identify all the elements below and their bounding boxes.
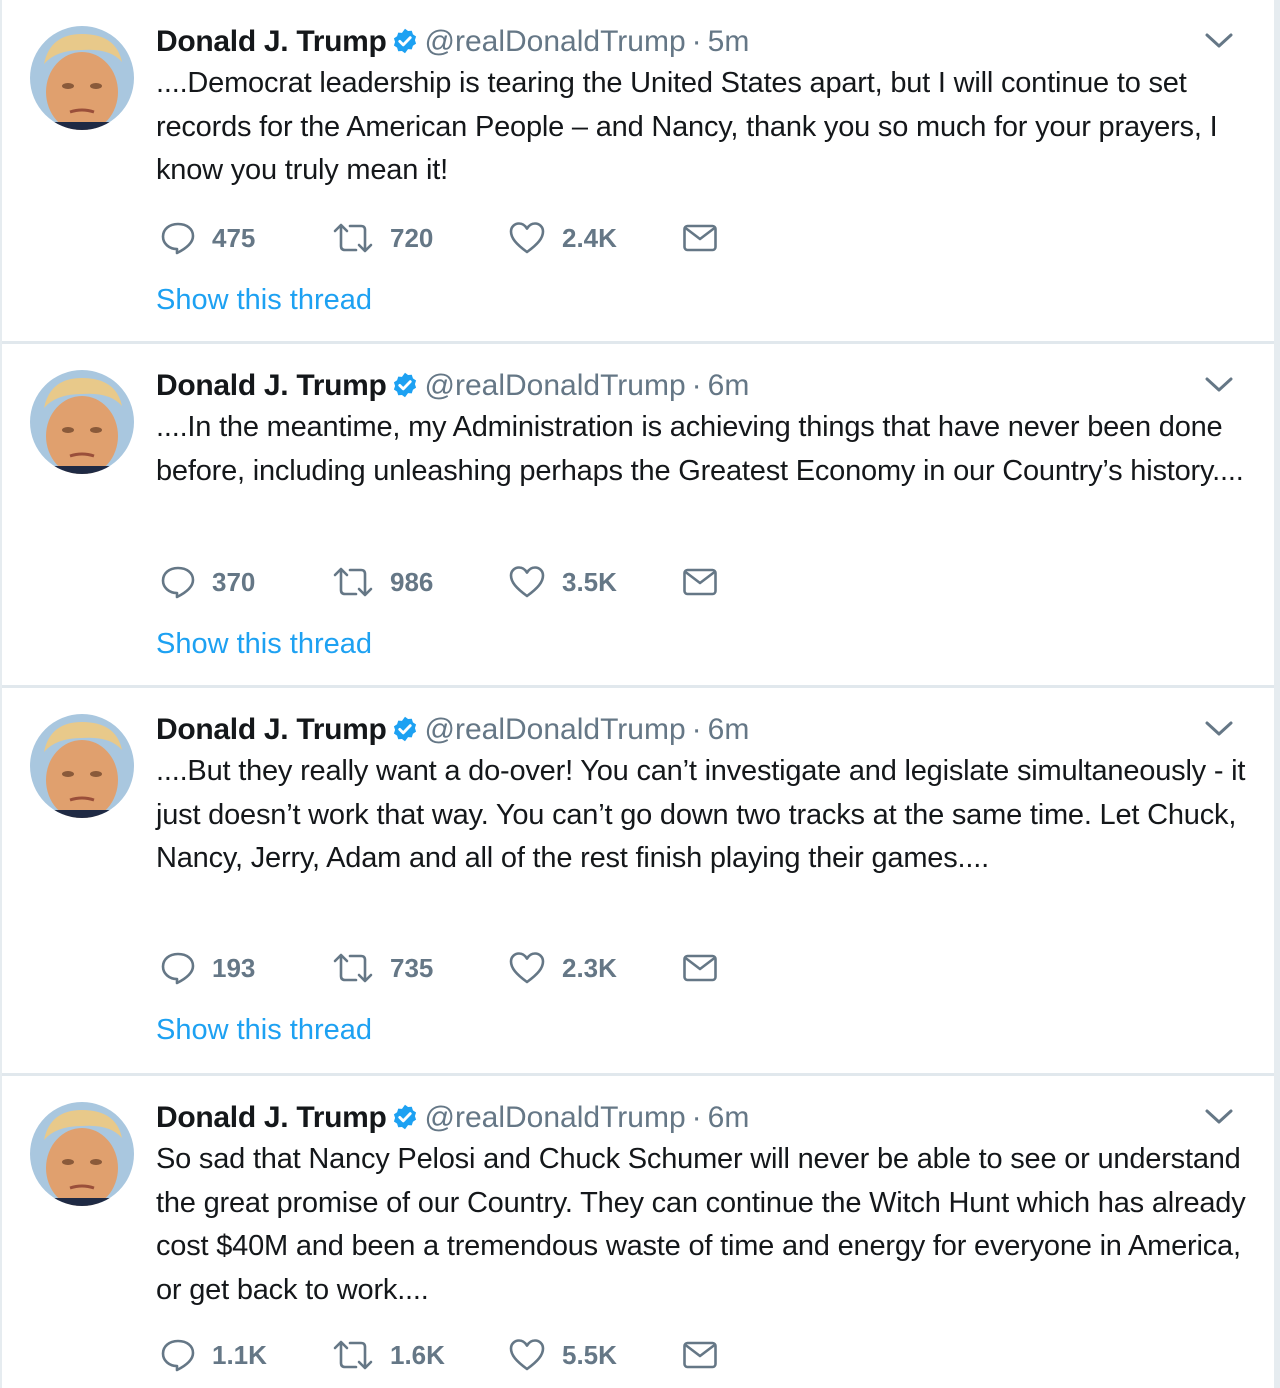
- tweet-header: Donald J. Trump @realDonaldTrump · 5m: [156, 22, 749, 62]
- show-thread-link[interactable]: Show this thread: [156, 1014, 372, 1047]
- separator-dot: ·: [691, 369, 702, 402]
- tweet-card[interactable]: Donald J. Trump @realDonaldTrump · 5m ....D…: [2, 0, 1274, 344]
- author-name[interactable]: Donald J. Trump: [156, 1101, 387, 1134]
- like-count: 5.5K: [562, 1339, 617, 1370]
- direct-message-button[interactable]: [682, 560, 718, 604]
- like-button[interactable]: 2.3K: [508, 946, 617, 990]
- author-handle[interactable]: @realDonaldTrump: [425, 1101, 686, 1134]
- separator-dot: ·: [691, 1101, 702, 1134]
- separator-dot: ·: [691, 713, 702, 746]
- timestamp[interactable]: 6m: [708, 1101, 750, 1134]
- retweet-icon: [332, 950, 374, 986]
- timestamp[interactable]: 6m: [708, 713, 750, 746]
- like-button[interactable]: 2.4K: [508, 216, 617, 260]
- like-count: 3.5K: [562, 566, 617, 597]
- reply-button[interactable]: 1.1K: [160, 1333, 267, 1377]
- retweet-icon: [332, 564, 374, 600]
- tweet-text: ....In the meantime, my Administration i…: [156, 411, 1244, 487]
- retweet-count: 735: [390, 952, 434, 983]
- retweet-count: 986: [390, 566, 434, 597]
- verified-badge-icon: [391, 26, 419, 66]
- tweet-header: Donald J. Trump @realDonaldTrump · 6m: [156, 710, 749, 750]
- verified-badge-icon: [391, 370, 419, 410]
- heart-icon: [508, 564, 546, 600]
- reply-count: 475: [212, 222, 256, 253]
- retweet-count: 720: [390, 222, 434, 253]
- envelope-icon: [682, 1339, 718, 1371]
- avatar[interactable]: [30, 370, 134, 474]
- avatar[interactable]: [30, 26, 134, 130]
- retweet-button[interactable]: 720: [332, 216, 433, 260]
- envelope-icon: [682, 952, 718, 984]
- author-name[interactable]: Donald J. Trump: [156, 369, 387, 402]
- retweet-icon: [332, 1337, 374, 1373]
- verified-badge-icon: [391, 1102, 419, 1142]
- retweet-button[interactable]: 735: [332, 946, 433, 990]
- author-name[interactable]: Donald J. Trump: [156, 25, 387, 58]
- tweet-timeline: Donald J. Trump @realDonaldTrump · 5m ....D…: [0, 0, 1276, 1388]
- like-count: 2.3K: [562, 952, 617, 983]
- envelope-icon: [682, 566, 718, 598]
- author-handle[interactable]: @realDonaldTrump: [425, 25, 686, 58]
- tweet-card[interactable]: Donald J. Trump @realDonaldTrump · 6m So sa…: [2, 1076, 1274, 1388]
- heart-icon: [508, 950, 546, 986]
- heart-icon: [508, 220, 546, 256]
- reply-button[interactable]: 475: [160, 216, 255, 260]
- reply-icon: [160, 1337, 196, 1373]
- reply-count: 1.1K: [212, 1339, 267, 1370]
- direct-message-button[interactable]: [682, 216, 718, 260]
- envelope-icon: [682, 222, 718, 254]
- reply-button[interactable]: 370: [160, 560, 255, 604]
- reply-button[interactable]: 193: [160, 946, 255, 990]
- timestamp[interactable]: 6m: [708, 369, 750, 402]
- like-button[interactable]: 3.5K: [508, 560, 617, 604]
- retweet-icon: [332, 220, 374, 256]
- tweet-header: Donald J. Trump @realDonaldTrump · 6m: [156, 1098, 749, 1138]
- author-handle[interactable]: @realDonaldTrump: [425, 713, 686, 746]
- chevron-down-icon[interactable]: [1204, 718, 1234, 740]
- separator-dot: ·: [691, 25, 702, 58]
- author-handle[interactable]: @realDonaldTrump: [425, 369, 686, 402]
- like-count: 2.4K: [562, 222, 617, 253]
- tweet-text: So sad that Nancy Pelosi and Chuck Schum…: [156, 1143, 1246, 1306]
- retweet-button[interactable]: 1.6K: [332, 1333, 445, 1377]
- retweet-count: 1.6K: [390, 1339, 445, 1370]
- reply-icon: [160, 220, 196, 256]
- show-thread-link[interactable]: Show this thread: [156, 628, 372, 661]
- chevron-down-icon[interactable]: [1204, 374, 1234, 396]
- tweet-card[interactable]: Donald J. Trump @realDonaldTrump · 6m ....I…: [2, 344, 1274, 688]
- chevron-down-icon[interactable]: [1204, 30, 1234, 52]
- author-name[interactable]: Donald J. Trump: [156, 713, 387, 746]
- avatar[interactable]: [30, 714, 134, 818]
- timestamp[interactable]: 5m: [708, 25, 750, 58]
- heart-icon: [508, 1337, 546, 1373]
- tweet-header: Donald J. Trump @realDonaldTrump · 6m: [156, 366, 749, 406]
- retweet-button[interactable]: 986: [332, 560, 433, 604]
- reply-icon: [160, 950, 196, 986]
- show-thread-link[interactable]: Show this thread: [156, 284, 372, 317]
- reply-icon: [160, 564, 196, 600]
- chevron-down-icon[interactable]: [1204, 1106, 1234, 1128]
- tweet-card[interactable]: Donald J. Trump @realDonaldTrump · 6m ....B…: [2, 688, 1274, 1076]
- like-button[interactable]: 5.5K: [508, 1333, 617, 1377]
- reply-count: 193: [212, 952, 256, 983]
- avatar[interactable]: [30, 1102, 134, 1206]
- tweet-text: ....But they really want a do-over! You …: [156, 755, 1246, 874]
- reply-count: 370: [212, 566, 256, 597]
- direct-message-button[interactable]: [682, 1333, 718, 1377]
- tweet-text: ....Democrat leadership is tearing the U…: [156, 67, 1218, 186]
- verified-badge-icon: [391, 714, 419, 754]
- direct-message-button[interactable]: [682, 946, 718, 990]
